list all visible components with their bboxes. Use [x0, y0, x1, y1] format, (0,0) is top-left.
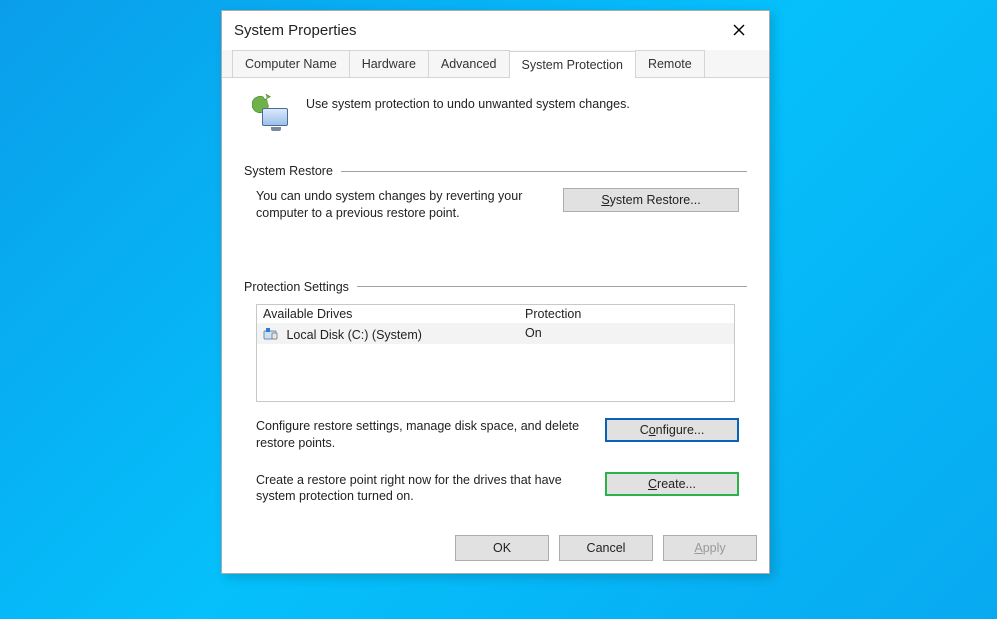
- column-available-drives: Available Drives: [263, 307, 525, 321]
- system-restore-desc: You can undo system changes by reverting…: [256, 188, 543, 222]
- drive-name: Local Disk (C:) (System): [286, 328, 421, 342]
- titlebar: System Properties: [222, 11, 769, 50]
- divider: [357, 286, 747, 287]
- drive-icon: [263, 327, 279, 341]
- system-restore-button[interactable]: System Restore...: [563, 188, 739, 212]
- divider: [341, 171, 747, 172]
- system-restore-heading: System Restore: [244, 164, 747, 178]
- protection-settings-heading: Protection Settings: [244, 280, 747, 294]
- cancel-button[interactable]: Cancel: [559, 535, 653, 561]
- close-icon: [733, 24, 745, 36]
- tab-computer-name[interactable]: Computer Name: [232, 50, 350, 77]
- configure-desc: Configure restore settings, manage disk …: [256, 418, 585, 452]
- dialog-footer: OK Cancel Apply: [222, 527, 769, 573]
- system-protection-icon: [252, 94, 294, 136]
- create-button[interactable]: Create...: [605, 472, 739, 496]
- configure-button[interactable]: Configure...: [605, 418, 739, 442]
- ok-button[interactable]: OK: [455, 535, 549, 561]
- tab-content: Use system protection to undo unwanted s…: [222, 78, 769, 527]
- protection-settings-heading-label: Protection Settings: [244, 280, 349, 294]
- create-desc: Create a restore point right now for the…: [256, 472, 585, 506]
- drive-protection-status: On: [525, 326, 728, 340]
- window-title: System Properties: [234, 22, 357, 39]
- tab-hardware[interactable]: Hardware: [349, 50, 429, 77]
- tab-remote[interactable]: Remote: [635, 50, 705, 77]
- tabstrip: Computer Name Hardware Advanced System P…: [222, 50, 769, 78]
- intro: Use system protection to undo unwanted s…: [244, 90, 747, 156]
- table-row[interactable]: Local Disk (C:) (System) On: [257, 323, 734, 344]
- system-properties-dialog: System Properties Computer Name Hardware…: [221, 10, 770, 574]
- tab-advanced[interactable]: Advanced: [428, 50, 510, 77]
- system-restore-heading-label: System Restore: [244, 164, 333, 178]
- column-protection: Protection: [525, 307, 728, 321]
- tab-system-protection[interactable]: System Protection: [509, 51, 636, 78]
- drives-table-header: Available Drives Protection: [257, 305, 734, 323]
- apply-button[interactable]: Apply: [663, 535, 757, 561]
- close-button[interactable]: [717, 16, 761, 44]
- drives-table: Available Drives Protection Local Disk: [256, 304, 735, 402]
- intro-text: Use system protection to undo unwanted s…: [306, 94, 630, 112]
